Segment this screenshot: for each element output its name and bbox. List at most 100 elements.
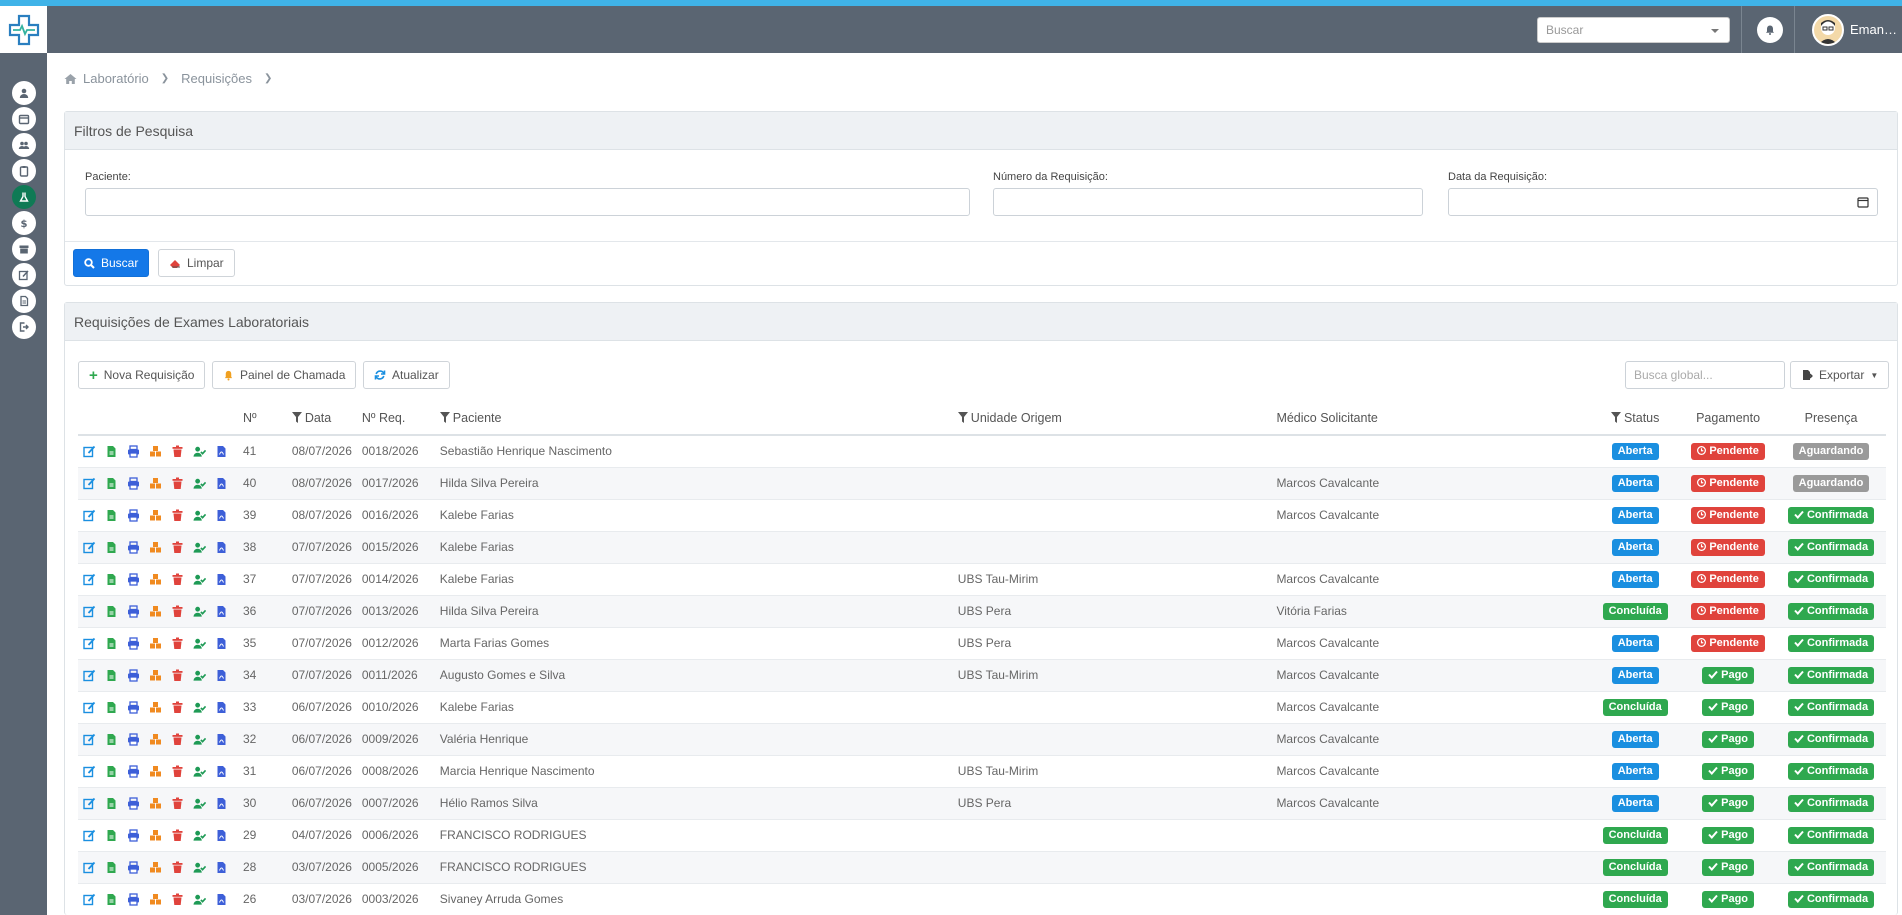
boxes-icon[interactable] <box>149 733 162 746</box>
boxes-icon[interactable] <box>149 637 162 650</box>
boxes-icon[interactable] <box>149 445 162 458</box>
edit-icon[interactable] <box>83 477 96 490</box>
trash-icon[interactable] <box>171 669 184 682</box>
call-panel-button[interactable]: Painel de Chamada <box>212 361 357 389</box>
edit-icon[interactable] <box>83 701 96 714</box>
edit-icon[interactable] <box>83 797 96 810</box>
trash-icon[interactable] <box>171 573 184 586</box>
edit-icon[interactable] <box>83 861 96 874</box>
clear-button[interactable]: Limpar <box>158 249 235 277</box>
table-row[interactable]: 38 07/07/2026 0015/2026 Kalebe Farias Aberta… <box>78 531 1886 564</box>
boxes-icon[interactable] <box>149 829 162 842</box>
edit-icon[interactable] <box>83 605 96 618</box>
edit-icon[interactable] <box>83 893 96 906</box>
pdf-file-icon[interactable] <box>215 893 228 906</box>
user-check-icon[interactable] <box>193 701 206 714</box>
trash-icon[interactable] <box>171 733 184 746</box>
pdf-file-icon[interactable] <box>215 605 228 618</box>
pdf-file-icon[interactable] <box>215 669 228 682</box>
pdf-file-icon[interactable] <box>215 797 228 810</box>
pdf-file-icon[interactable] <box>215 701 228 714</box>
pdf-file-icon[interactable] <box>215 477 228 490</box>
table-row[interactable]: 39 08/07/2026 0016/2026 Kalebe Farias Marcos… <box>78 499 1886 532</box>
refresh-button[interactable]: Atualizar <box>363 361 450 389</box>
table-row[interactable]: 30 06/07/2026 0007/2026 Hélio Ramos Silva UB… <box>78 787 1886 820</box>
col-doctor[interactable]: Médico Solicitante <box>1271 401 1591 436</box>
file-icon[interactable] <box>105 637 118 650</box>
calendar-icon[interactable] <box>1857 196 1869 208</box>
trash-icon[interactable] <box>171 765 184 778</box>
table-row[interactable]: 41 08/07/2026 0018/2026 Sebastião Henrique … <box>78 435 1886 468</box>
sidebar-clipboard-icon[interactable] <box>12 159 36 183</box>
edit-icon[interactable] <box>83 573 96 586</box>
trash-icon[interactable] <box>171 893 184 906</box>
trash-icon[interactable] <box>171 701 184 714</box>
pdf-file-icon[interactable] <box>215 541 228 554</box>
table-row[interactable]: 40 08/07/2026 0017/2026 Hilda Silva Pereira… <box>78 467 1886 500</box>
global-table-search-input[interactable]: Busca global... <box>1625 361 1785 389</box>
user-check-icon[interactable] <box>193 829 206 842</box>
sidebar-logout-icon[interactable] <box>12 315 36 339</box>
user-avatar[interactable] <box>1812 14 1844 46</box>
table-row[interactable]: 26 03/07/2026 0003/2026 Sivaney Arruda Gome… <box>78 883 1886 915</box>
print-icon[interactable] <box>127 892 140 906</box>
edit-icon[interactable] <box>83 541 96 554</box>
col-payment[interactable]: Pagamento <box>1680 401 1777 436</box>
file-icon[interactable] <box>105 573 118 586</box>
trash-icon[interactable] <box>171 477 184 490</box>
table-row[interactable]: 28 03/07/2026 0005/2026 FRANCISCO RODRIGUES… <box>78 851 1886 884</box>
pdf-file-icon[interactable] <box>215 829 228 842</box>
pdf-file-icon[interactable] <box>215 509 228 522</box>
user-check-icon[interactable] <box>193 605 206 618</box>
trash-icon[interactable] <box>171 829 184 842</box>
print-icon[interactable] <box>127 540 140 554</box>
edit-icon[interactable] <box>83 637 96 650</box>
table-row[interactable]: 35 07/07/2026 0012/2026 Marta Farias Gomes U… <box>78 627 1886 660</box>
print-icon[interactable] <box>127 796 140 810</box>
edit-icon[interactable] <box>83 733 96 746</box>
print-icon[interactable] <box>127 604 140 618</box>
boxes-icon[interactable] <box>149 861 162 874</box>
file-icon[interactable] <box>105 829 118 842</box>
user-check-icon[interactable] <box>193 797 206 810</box>
sidebar-user-icon[interactable] <box>12 81 36 105</box>
breadcrumb-laboratorio[interactable]: Laboratório <box>83 71 149 86</box>
edit-icon[interactable] <box>83 445 96 458</box>
sidebar-document-icon[interactable] <box>12 289 36 313</box>
table-row[interactable]: 29 04/07/2026 0006/2026 FRANCISCO RODRIGUES… <box>78 819 1886 852</box>
boxes-icon[interactable] <box>149 573 162 586</box>
filter-icon[interactable] <box>439 411 450 423</box>
new-request-button[interactable]: + Nova Requisição <box>78 361 206 389</box>
col-status[interactable]: Status <box>1590 401 1681 436</box>
file-icon[interactable] <box>105 733 118 746</box>
trash-icon[interactable] <box>171 637 184 650</box>
col-patient[interactable]: Paciente <box>434 401 953 436</box>
file-icon[interactable] <box>105 797 118 810</box>
file-icon[interactable] <box>105 861 118 874</box>
col-date[interactable]: Data <box>286 401 357 436</box>
user-check-icon[interactable] <box>193 893 206 906</box>
file-icon[interactable] <box>105 669 118 682</box>
search-button[interactable]: Buscar <box>73 249 150 277</box>
print-icon[interactable] <box>127 700 140 714</box>
boxes-icon[interactable] <box>149 669 162 682</box>
print-icon[interactable] <box>127 508 140 522</box>
file-icon[interactable] <box>105 701 118 714</box>
sidebar-dollar-icon[interactable]: $ <box>12 211 36 235</box>
trash-icon[interactable] <box>171 797 184 810</box>
table-row[interactable]: 33 06/07/2026 0010/2026 Kalebe Farias Marcos… <box>78 691 1886 724</box>
user-name[interactable]: Emanue... <box>1850 22 1902 37</box>
patient-input[interactable] <box>85 188 970 216</box>
pdf-file-icon[interactable] <box>215 861 228 874</box>
edit-icon[interactable] <box>83 765 96 778</box>
filter-icon[interactable] <box>291 411 302 423</box>
table-row[interactable]: 34 07/07/2026 0011/2026 Augusto Gomes e Sil… <box>78 659 1886 692</box>
sidebar-edit-icon[interactable] <box>12 263 36 287</box>
boxes-icon[interactable] <box>149 477 162 490</box>
table-row[interactable]: 37 07/07/2026 0014/2026 Kalebe Farias UBS Ta… <box>78 563 1886 596</box>
boxes-icon[interactable] <box>149 701 162 714</box>
pdf-file-icon[interactable] <box>215 637 228 650</box>
user-check-icon[interactable] <box>193 573 206 586</box>
sidebar-users-icon[interactable] <box>12 133 36 157</box>
print-icon[interactable] <box>127 668 140 682</box>
